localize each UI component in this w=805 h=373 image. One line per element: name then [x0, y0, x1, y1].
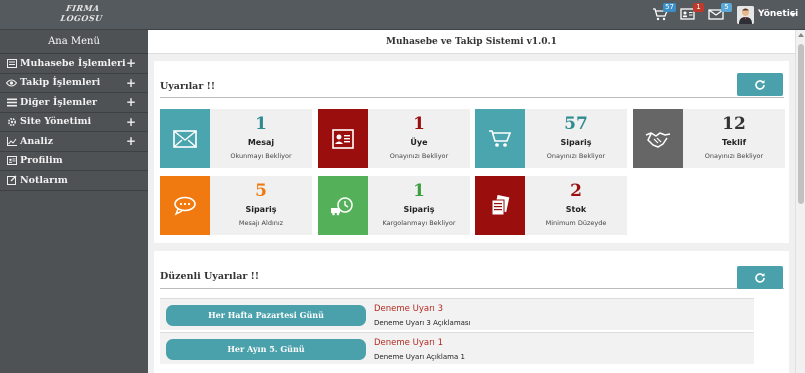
- card-subtext: Onayınızı Bekliyor: [546, 152, 606, 160]
- warning-card-offer[interactable]: 12 Teklif Onayınızı Bekliyor: [633, 109, 785, 168]
- card-label: Sipariş: [245, 205, 277, 214]
- warning-card-stock[interactable]: 2 Stok Minimum Düzeyde: [475, 176, 627, 235]
- card-count: 2: [570, 181, 582, 201]
- sidebar-item-label: Takip İşlemleri: [20, 77, 101, 89]
- warning-card-order-message[interactable]: 5 Sipariş Mesajı Aldınız: [160, 176, 312, 235]
- list-item: Her Hafta Pazartesi Günü Deneme Uyarı 3 …: [160, 298, 754, 330]
- sidebar-item-label: Profilim: [20, 155, 63, 167]
- card-subtext: Minimum Düzeyde: [545, 219, 607, 227]
- note-icon: [6, 175, 17, 186]
- envelope-icon: [160, 109, 210, 168]
- chevron-down-icon[interactable]: [790, 13, 796, 17]
- chat-icon: [160, 176, 210, 235]
- card-label: Mesaj: [247, 138, 275, 147]
- expand-plus-icon[interactable]: +: [126, 56, 136, 70]
- card-subtext: Mesajı Aldınız: [238, 219, 284, 227]
- scrollbar-thumb[interactable]: [798, 44, 804, 204]
- delivery-icon: [318, 176, 368, 235]
- refresh-warnings-button[interactable]: [737, 73, 783, 96]
- regular-warnings-title: Düzenli Uyarılar !!: [160, 271, 260, 282]
- page-scrollbar[interactable]: [795, 30, 805, 373]
- company-logo[interactable]: FIRMA LOGOSU: [50, 3, 113, 27]
- divider: [160, 288, 784, 289]
- card-label: Stok: [565, 205, 587, 214]
- expand-plus-icon[interactable]: +: [126, 76, 136, 90]
- warnings-title: Uyarılar !!: [160, 81, 215, 92]
- page-title: Muhasebe ve Takip Sistemi v1.0.1: [148, 30, 795, 54]
- user-avatar-icon: [737, 6, 754, 24]
- warning-card-message[interactable]: 1 Mesaj Okunmayı Bekliyor: [160, 109, 312, 168]
- avatar[interactable]: [737, 6, 754, 24]
- id-card-icon: [318, 109, 368, 168]
- card-count: 5: [255, 181, 267, 201]
- card-subtext: Onayınızı Bekliyor: [704, 152, 764, 160]
- card-subtext: Kargolanmayı Bekliyor: [382, 219, 456, 227]
- schedule-button[interactable]: Her Ayın 5. Günü: [166, 339, 366, 360]
- warning-card-order[interactable]: 57 Sipariş Onayınızı Bekliyor: [475, 109, 627, 168]
- scroll-up-arrow-icon[interactable]: [798, 33, 804, 37]
- refresh-regular-warnings-button[interactable]: [737, 266, 783, 289]
- handshake-icon: [633, 109, 683, 168]
- documents-icon: [475, 176, 525, 235]
- sidebar-item-takip[interactable]: Takip İşlemleri +: [0, 74, 148, 93]
- warning-description: Deneme Uyarı 3 Açıklaması: [374, 319, 471, 327]
- sidebar-item-label: Analiz: [20, 135, 54, 147]
- member-badge: 1: [693, 3, 704, 12]
- logo-line-1: FIRMA: [65, 3, 101, 13]
- warning-title[interactable]: Deneme Uyarı 3: [374, 304, 443, 314]
- card-count: 12: [722, 114, 746, 134]
- warning-title[interactable]: Deneme Uyarı 1: [374, 338, 443, 348]
- card-subtext: Okunmayı Bekliyor: [230, 152, 292, 160]
- sidebar-item-label: Site Yönetimi: [20, 116, 92, 128]
- schedule-button[interactable]: Her Hafta Pazartesi Günü: [166, 305, 366, 326]
- sidebar: Ana Menü Muhasebe İşlemleri + Takip İşle…: [0, 30, 148, 373]
- sidebar-item-muhasebe[interactable]: Muhasebe İşlemleri +: [0, 54, 148, 74]
- cart-notification-button[interactable]: 57: [652, 3, 676, 23]
- warnings-panel: Uyarılar !! 1 Mesaj Okunmayı Bekliyor 1 …: [154, 61, 789, 243]
- member-notification-button[interactable]: 1: [680, 3, 704, 23]
- card-subtext: Onayınızı Bekliyor: [389, 152, 449, 160]
- gear-icon: [6, 117, 17, 127]
- warning-card-member[interactable]: 1 Üye Onayınızı Bekliyor: [318, 109, 470, 168]
- sidebar-item-label: Muhasebe İşlemleri: [20, 57, 126, 69]
- list-item: Her Ayın 5. Günü Deneme Uyarı 1 Deneme U…: [160, 332, 754, 364]
- cart-icon: [475, 109, 525, 168]
- chart-icon: [6, 136, 17, 146]
- regular-warnings-panel: Düzenli Uyarılar !! Her Hafta Pazartesi …: [154, 251, 789, 373]
- ledger-icon: [6, 58, 17, 68]
- eye-icon: [6, 78, 17, 88]
- logo-line-2: LOGOSU: [59, 13, 104, 23]
- card-label: Sipariş: [560, 138, 592, 147]
- refresh-icon: [755, 79, 765, 90]
- sidebar-item-diger[interactable]: Diğer İşlemler +: [0, 93, 148, 113]
- expand-plus-icon[interactable]: +: [126, 134, 136, 148]
- card-label: Üye: [410, 138, 428, 147]
- warning-description: Deneme Uyarı Açıklama 1: [374, 353, 465, 361]
- card-label: Teklif: [721, 138, 747, 147]
- card-count: 1: [413, 181, 425, 201]
- sidebar-item-analiz[interactable]: Analiz +: [0, 132, 148, 152]
- main-content: Muhasebe ve Takip Sistemi v1.0.1 Uyarıla…: [148, 30, 795, 373]
- cart-badge: 57: [663, 3, 676, 12]
- top-bar: FIRMA LOGOSU 57 1 5 Yönetici: [0, 0, 805, 30]
- sidebar-item-site-yonetimi[interactable]: Site Yönetimi +: [0, 113, 148, 132]
- mail-badge: 5: [721, 3, 732, 12]
- expand-plus-icon[interactable]: +: [126, 115, 136, 129]
- warning-card-shipping[interactable]: 1 Sipariş Kargolanmayı Bekliyor: [318, 176, 470, 235]
- sidebar-item-notlarim[interactable]: Notlarım: [0, 171, 148, 191]
- card-label: Sipariş: [403, 205, 435, 214]
- sidebar-item-label: Notlarım: [20, 174, 68, 186]
- list-icon: [6, 97, 17, 107]
- expand-plus-icon[interactable]: +: [126, 95, 136, 109]
- refresh-icon: [755, 272, 765, 283]
- card-count: 1: [255, 114, 267, 134]
- sidebar-item-profilim[interactable]: Profilim: [0, 152, 148, 171]
- sidebar-title: Ana Menü: [0, 30, 148, 54]
- card-count: 57: [564, 114, 588, 134]
- mail-notification-button[interactable]: 5: [708, 3, 732, 23]
- profile-icon: [6, 156, 17, 166]
- sidebar-item-label: Diğer İşlemler: [20, 96, 98, 108]
- card-count: 1: [413, 114, 425, 134]
- divider: [160, 97, 784, 98]
